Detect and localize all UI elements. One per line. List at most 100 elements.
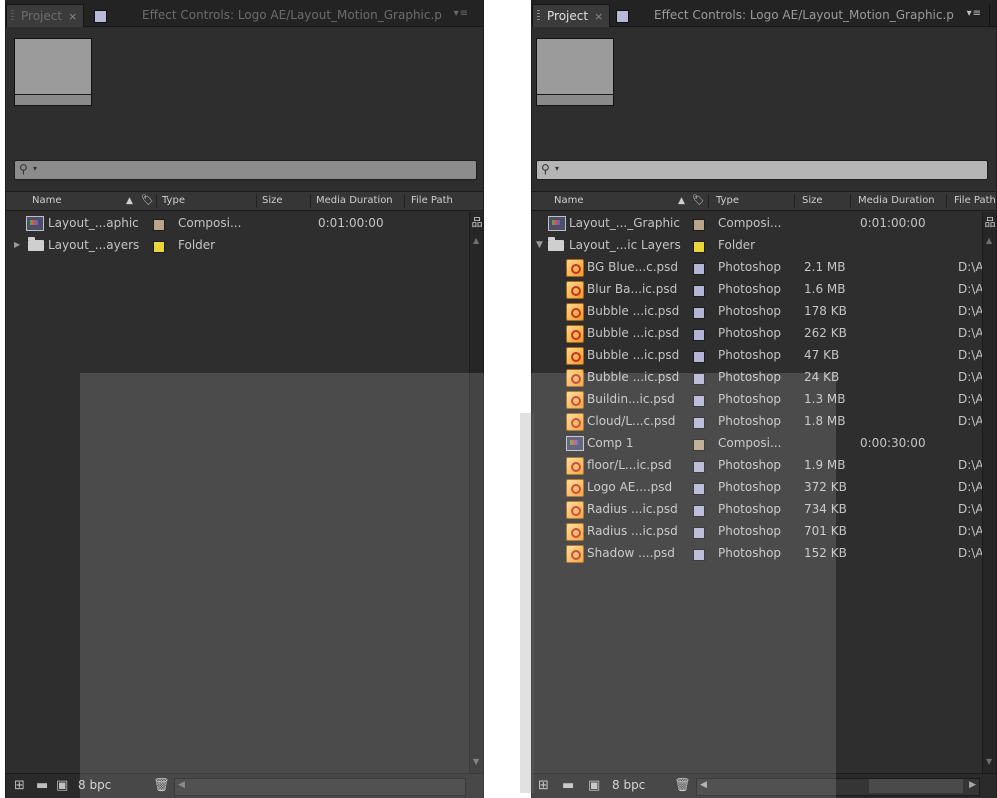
- column-size[interactable]: Size: [262, 192, 283, 210]
- column-type[interactable]: Type: [716, 192, 739, 210]
- label-color-swatch[interactable]: [693, 329, 705, 341]
- new-folder-icon[interactable]: ▬: [36, 778, 48, 794]
- tab-project[interactable]: Project ×: [6, 4, 85, 27]
- scroll-up-icon[interactable]: ▲: [473, 236, 479, 245]
- list-item[interactable]: floor/L...ic.psd Photoshop 1.9 MB D:\A: [532, 454, 996, 476]
- column-name[interactable]: Name: [32, 192, 62, 210]
- tab-project[interactable]: Project ×: [532, 4, 611, 27]
- search-icon: ⚲: [541, 162, 550, 176]
- panel-grip-icon[interactable]: [11, 10, 14, 22]
- label-color-swatch[interactable]: [693, 307, 705, 319]
- list-item[interactable]: Radius ...ic.psd Photoshop 701 KB D:\A: [532, 520, 996, 542]
- label-color-swatch[interactable]: [693, 439, 705, 451]
- scroll-left-icon[interactable]: ◀: [178, 780, 185, 790]
- list-item[interactable]: Bubble ...ic.psd Photoshop 24 KB D:\A: [532, 366, 996, 388]
- item-size: 152 KB: [804, 546, 847, 560]
- vertical-scrollbar[interactable]: ▲ ▼: [982, 212, 996, 774]
- list-item[interactable]: Blur Ba...ic.psd Photoshop 1.6 MB D:\A: [532, 278, 996, 300]
- label-color-swatch[interactable]: [153, 241, 165, 253]
- close-icon[interactable]: ×: [594, 10, 603, 23]
- label-color-swatch[interactable]: [153, 219, 165, 231]
- label-color-swatch[interactable]: [693, 483, 705, 495]
- flowchart-icon[interactable]: 品: [984, 214, 996, 229]
- trash-icon[interactable]: 🗑: [153, 778, 170, 794]
- panel-footer: ⊞ ▬ ▣ 8 bpc 🗑 ◀: [6, 773, 483, 798]
- scroll-left-icon[interactable]: ◀: [700, 780, 707, 790]
- panel-menu-icon[interactable]: ▾≡: [454, 8, 469, 19]
- list-item[interactable]: Bubble ...ic.psd Photoshop 178 KB D:\A: [532, 300, 996, 322]
- search-input[interactable]: ⚲ ▾: [536, 160, 988, 180]
- item-type: Photoshop: [718, 546, 782, 560]
- flowchart-icon[interactable]: 品: [471, 214, 483, 229]
- scroll-up-icon[interactable]: ▲: [986, 236, 992, 245]
- expand-triangle-icon[interactable]: ▼: [536, 234, 543, 256]
- list-item[interactable]: ▶ Layout_...ayers Folder: [6, 234, 483, 256]
- tab-effect-controls[interactable]: Effect Controls: Logo AE/Layout_Motion_G…: [654, 4, 954, 26]
- list-item[interactable]: Layout_...aphic Composi... 0:01:00:00: [6, 212, 483, 234]
- column-type[interactable]: Type: [162, 192, 185, 210]
- label-tag-icon[interactable]: 🏷: [141, 192, 154, 210]
- expand-triangle-icon[interactable]: ▶: [14, 234, 20, 256]
- item-name: Layout_..._Graphic: [569, 216, 680, 230]
- label-color-swatch[interactable]: [693, 527, 705, 539]
- horizontal-scrollbar[interactable]: ◀: [174, 778, 466, 796]
- label-color-swatch[interactable]: [693, 263, 705, 275]
- label-color-swatch[interactable]: [693, 549, 705, 561]
- new-composition-icon[interactable]: ▣: [588, 778, 600, 794]
- scroll-thumb[interactable]: [869, 779, 963, 793]
- label-color-swatch[interactable]: [693, 285, 705, 297]
- label-color-swatch[interactable]: [693, 461, 705, 473]
- column-file-path[interactable]: File Path: [411, 192, 453, 210]
- item-name: floor/L...ic.psd: [587, 458, 672, 472]
- scroll-down-icon[interactable]: ▼: [986, 757, 992, 766]
- label-color-swatch[interactable]: [693, 395, 705, 407]
- item-type: Composi...: [178, 216, 242, 230]
- list-item[interactable]: Cloud/L...c.psd Photoshop 1.8 MB D:\A: [532, 410, 996, 432]
- search-input[interactable]: ⚲ ▾: [14, 160, 477, 180]
- label-color-swatch[interactable]: [693, 241, 705, 253]
- column-media-duration[interactable]: Media Duration: [316, 192, 393, 210]
- column-media-duration[interactable]: Media Duration: [858, 192, 935, 210]
- list-item[interactable]: Buildin...ic.psd Photoshop 1.3 MB D:\A: [532, 388, 996, 410]
- chevron-down-icon[interactable]: ▾: [555, 164, 559, 173]
- new-folder-icon[interactable]: ▬: [562, 778, 574, 794]
- horizontal-scrollbar[interactable]: ◀ ▶: [696, 778, 980, 796]
- scroll-right-icon[interactable]: ▶: [969, 780, 976, 790]
- column-size[interactable]: Size: [802, 192, 823, 210]
- panel-menu-icon[interactable]: ▾≡: [967, 8, 982, 19]
- tab-effect-controls[interactable]: Effect Controls: Logo AE/Layout_Motion_G…: [142, 4, 442, 26]
- new-composition-icon[interactable]: ▣: [56, 778, 68, 794]
- chevron-down-icon[interactable]: ▾: [33, 164, 37, 173]
- scroll-down-icon[interactable]: ▼: [473, 757, 479, 766]
- label-tag-icon[interactable]: 🏷: [692, 192, 705, 210]
- item-name: Cloud/L...c.psd: [587, 414, 676, 428]
- item-name: Bubble ...ic.psd: [587, 326, 680, 340]
- list-item[interactable]: Shadow ....psd Photoshop 152 KB D:\A: [532, 542, 996, 564]
- label-color-swatch[interactable]: [693, 505, 705, 517]
- label-color-swatch[interactable]: [693, 417, 705, 429]
- list-item[interactable]: Bubble ...ic.psd Photoshop 47 KB D:\A: [532, 344, 996, 366]
- interpret-footage-icon[interactable]: ⊞: [538, 778, 549, 794]
- label-color-swatch[interactable]: [693, 373, 705, 385]
- sort-ascending-icon[interactable]: ▲: [126, 192, 133, 210]
- panel-grip-icon[interactable]: [537, 10, 540, 22]
- list-item[interactable]: Layout_..._Graphic Composi... 0:01:00:00: [532, 212, 996, 234]
- label-color-swatch[interactable]: [693, 351, 705, 363]
- interpret-footage-icon[interactable]: ⊞: [14, 778, 25, 794]
- list-item[interactable]: Comp 1 Composi... 0:00:30:00: [532, 432, 996, 454]
- trash-icon[interactable]: 🗑: [674, 778, 691, 794]
- sort-ascending-icon[interactable]: ▲: [678, 192, 685, 210]
- column-file-path[interactable]: File Path: [954, 192, 996, 210]
- list-item[interactable]: Bubble ...ic.psd Photoshop 262 KB D:\A: [532, 322, 996, 344]
- list-item[interactable]: Logo AE....psd Photoshop 372 KB D:\A: [532, 476, 996, 498]
- project-bit-depth-button[interactable]: 8 bpc: [612, 778, 645, 792]
- label-color-swatch[interactable]: [693, 219, 705, 231]
- list-item[interactable]: Radius ...ic.psd Photoshop 734 KB D:\A: [532, 498, 996, 520]
- list-item[interactable]: BG Blue...c.psd Photoshop 2.1 MB D:\A: [532, 256, 996, 278]
- close-icon[interactable]: ×: [68, 10, 77, 23]
- list-item[interactable]: ▼ Layout_...ic Layers Folder: [532, 234, 996, 256]
- column-header-row: Name ▲ 🏷 Type Size Media Duration File P…: [6, 191, 483, 211]
- vertical-scrollbar[interactable]: ▲ ▼: [469, 212, 483, 774]
- project-bit-depth-button[interactable]: 8 bpc: [78, 778, 111, 792]
- column-name[interactable]: Name: [554, 192, 584, 210]
